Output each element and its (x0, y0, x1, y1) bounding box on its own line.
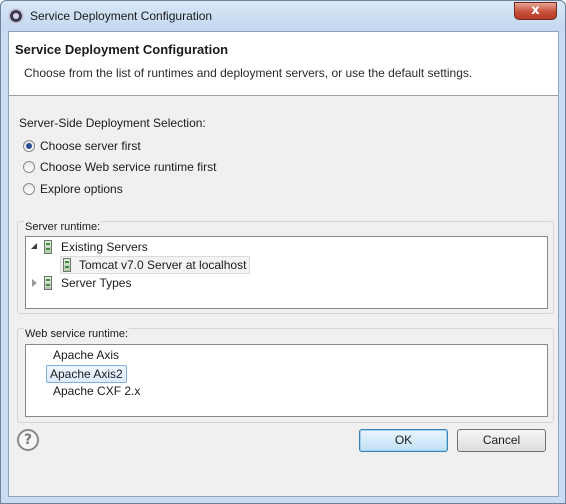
web-service-runtime-group: Web service runtime: Apache Axis Apache … (17, 328, 554, 423)
server-runtime-group: Server runtime: Existing Servers Tomcat … (17, 221, 554, 314)
radio-button[interactable] (23, 183, 35, 195)
dialog-client-area: Service Deployment Configuration Choose … (8, 31, 559, 497)
title-bar[interactable]: Service Deployment Configuration x (1, 1, 565, 31)
web-service-runtime-list[interactable]: Apache Axis Apache Axis2 Apache CXF 2.x (25, 344, 548, 417)
wizard-header: Service Deployment Configuration Choose … (9, 32, 558, 96)
expanded-arrow-icon[interactable] (30, 242, 40, 252)
help-icon[interactable]: ? (17, 429, 39, 451)
server-icon (44, 240, 52, 254)
radio-button-checked[interactable] (23, 140, 35, 152)
eclipse-icon (8, 8, 24, 24)
window-title: Service Deployment Configuration (30, 9, 213, 23)
radio-explore-options[interactable]: Explore options (23, 181, 123, 197)
tree-item-label: Server Types (61, 276, 132, 290)
list-item-apache-axis[interactable]: Apache Axis (50, 347, 122, 365)
list-item-apache-cxf[interactable]: Apache CXF 2.x (50, 383, 143, 401)
tree-item-server-types[interactable]: Server Types (30, 274, 131, 292)
tree-item-label: Tomcat v7.0 Server at localhost (79, 258, 247, 272)
ok-button[interactable]: OK (359, 429, 448, 452)
server-icon (63, 258, 71, 272)
radio-label: Choose server first (40, 139, 141, 153)
tree-item-label: Existing Servers (61, 240, 148, 254)
page-description: Choose from the list of runtimes and dep… (24, 66, 473, 80)
radio-choose-runtime-first[interactable]: Choose Web service runtime first (23, 159, 217, 175)
radio-button[interactable] (23, 161, 35, 173)
selected-tree-node[interactable]: Tomcat v7.0 Server at localhost (60, 256, 251, 274)
list-item-apache-axis2[interactable]: Apache Axis2 (46, 365, 127, 383)
collapsed-arrow-icon[interactable] (30, 278, 40, 288)
radio-choose-server-first[interactable]: Choose server first (23, 138, 141, 154)
server-runtime-label: Server runtime: (24, 221, 102, 233)
dialog-window: Service Deployment Configuration x Servi… (0, 0, 566, 504)
server-runtime-tree[interactable]: Existing Servers Tomcat v7.0 Server at l… (25, 236, 548, 309)
tree-item-tomcat-server[interactable]: Tomcat v7.0 Server at localhost (60, 256, 251, 274)
close-button[interactable]: x (514, 2, 557, 20)
page-title: Service Deployment Configuration (15, 42, 229, 57)
tree-item-existing-servers[interactable]: Existing Servers (30, 238, 148, 256)
radio-label: Choose Web service runtime first (40, 160, 217, 174)
radio-label: Explore options (40, 182, 123, 196)
server-icon (44, 276, 52, 290)
deployment-selection-label: Server-Side Deployment Selection: (19, 116, 206, 130)
cancel-button[interactable]: Cancel (457, 429, 546, 452)
web-service-runtime-label: Web service runtime: (24, 328, 130, 340)
